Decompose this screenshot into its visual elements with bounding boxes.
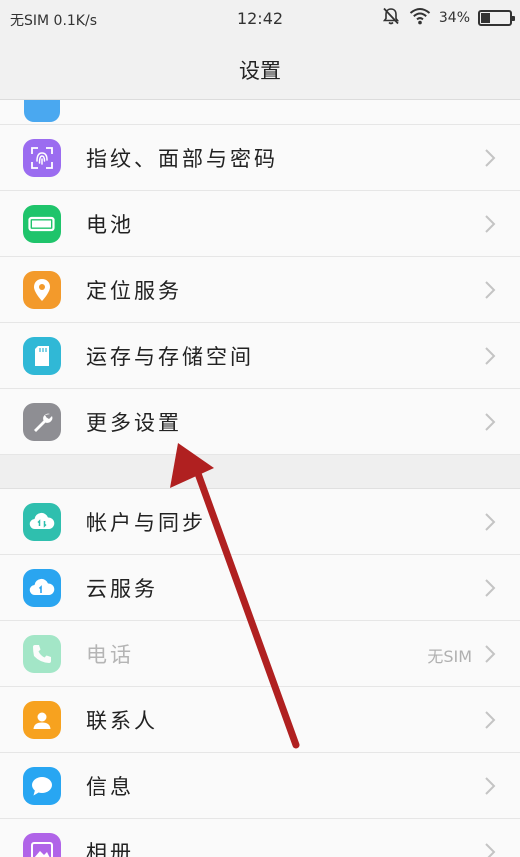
settings-row-label: 更多设置 xyxy=(86,411,182,435)
settings-row-label: 运存与存储空间 xyxy=(86,345,254,369)
chevron-right-icon xyxy=(485,645,496,663)
battery-level-fill xyxy=(481,13,490,23)
settings-row-label: 电池 xyxy=(86,213,134,237)
settings-row-phone[interactable]: 电话 无SIM xyxy=(0,621,520,687)
settings-row-fingerprint-face-password[interactable]: 指纹、面部与密码 xyxy=(0,125,520,191)
settings-row-more-settings[interactable]: 更多设置 xyxy=(0,389,520,455)
chevron-right-icon xyxy=(485,777,496,795)
settings-row-label: 帐户与同步 xyxy=(86,511,206,535)
sync-cloud-icon xyxy=(23,503,61,541)
settings-row-storage[interactable]: 运存与存储空间 xyxy=(0,323,520,389)
chevron-right-icon xyxy=(485,281,496,299)
chevron-right-icon xyxy=(485,347,496,365)
chevron-right-icon xyxy=(485,513,496,531)
contacts-icon xyxy=(23,701,61,739)
location-pin-icon xyxy=(23,271,61,309)
settings-row-messages[interactable]: 信息 xyxy=(0,753,520,819)
page-title: 设置 xyxy=(239,59,281,83)
battery-percent: 34% xyxy=(438,10,470,26)
partially-hidden-row[interactable] xyxy=(0,100,520,125)
fingerprint-icon xyxy=(23,139,61,177)
cloud-icon xyxy=(23,569,61,607)
settings-row-label: 相册 xyxy=(86,841,134,857)
status-icons: 34% xyxy=(381,6,515,30)
mute-bell-icon xyxy=(381,6,401,30)
settings-row-location[interactable]: 定位服务 xyxy=(0,257,520,323)
chevron-right-icon xyxy=(485,149,496,167)
chevron-right-icon xyxy=(485,215,496,233)
settings-list[interactable]: 指纹、面部与密码 电池 定位服务 运存与存储空间 更多设置 帐户与同步 云服务 … xyxy=(0,100,520,857)
phone-icon xyxy=(23,635,61,673)
chevron-right-icon xyxy=(485,413,496,431)
settings-row-contacts[interactable]: 联系人 xyxy=(0,687,520,753)
message-icon xyxy=(23,767,61,805)
chevron-right-icon xyxy=(485,579,496,597)
settings-row-value: 无SIM xyxy=(427,647,472,666)
gallery-icon xyxy=(23,833,61,857)
settings-row-cloud-service[interactable]: 云服务 xyxy=(0,555,520,621)
settings-row-label: 指纹、面部与密码 xyxy=(86,147,278,171)
settings-row-label: 定位服务 xyxy=(86,279,182,303)
settings-row-account-sync[interactable]: 帐户与同步 xyxy=(0,489,520,555)
battery-icon xyxy=(23,205,61,243)
settings-row-label: 电话 xyxy=(86,643,134,667)
title-bar: 设置 xyxy=(0,38,520,100)
settings-row-label: 联系人 xyxy=(86,709,158,733)
wrench-icon xyxy=(23,403,61,441)
wifi-icon xyxy=(409,7,431,29)
partial-row-icon xyxy=(24,100,60,122)
settings-row-label: 信息 xyxy=(86,775,134,799)
settings-row-gallery[interactable]: 相册 xyxy=(0,819,520,857)
sd-card-icon xyxy=(23,337,61,375)
chevron-right-icon xyxy=(485,711,496,729)
settings-row-label: 云服务 xyxy=(86,577,158,601)
settings-row-battery[interactable]: 电池 xyxy=(0,191,520,257)
status-bar: 无SIM 0.1K/s 12:42 34% xyxy=(0,0,520,38)
battery-indicator-icon xyxy=(478,10,515,26)
chevron-right-icon xyxy=(485,843,496,857)
section-divider xyxy=(0,455,520,489)
